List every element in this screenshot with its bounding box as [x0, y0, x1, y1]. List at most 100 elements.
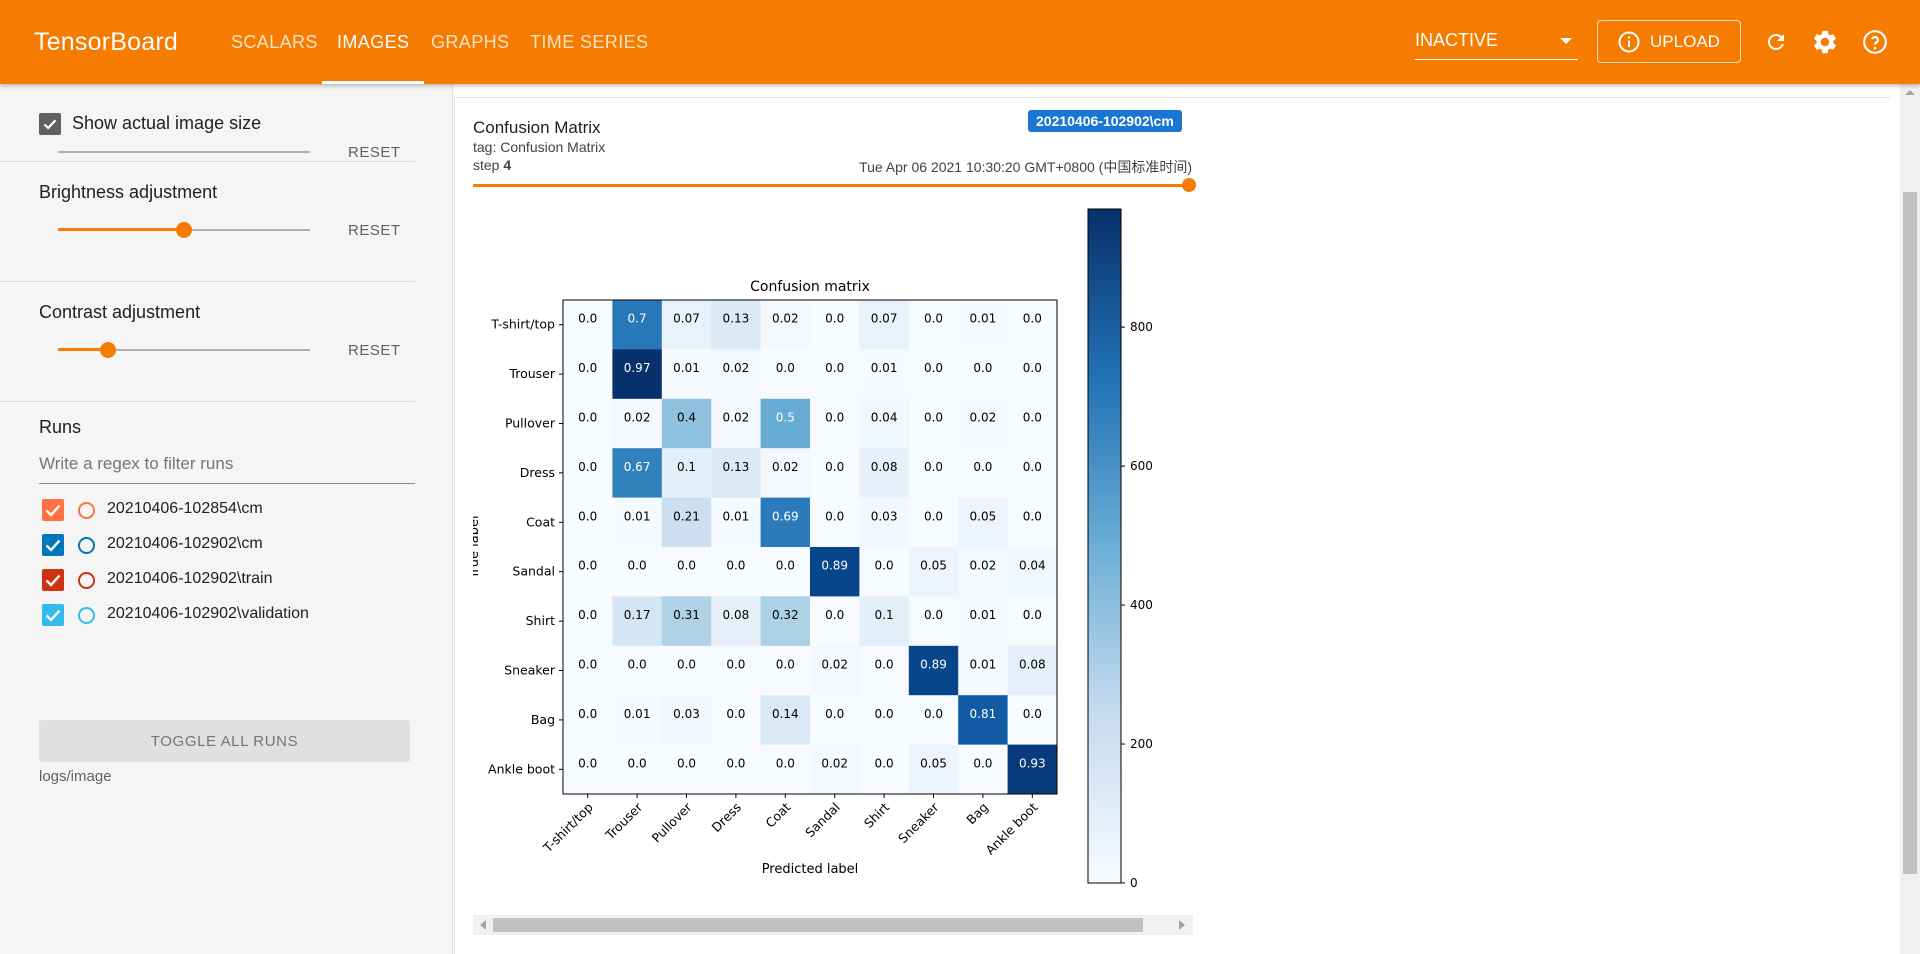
run-color-swatch[interactable] [78, 572, 95, 589]
cell-value-label: 0.0 [825, 608, 844, 622]
cell-value-label: 0.0 [924, 411, 943, 425]
cell-value-label: 0.0 [776, 658, 795, 672]
x-tick-label: Bag [963, 800, 991, 828]
cell-value-label: 0.4 [677, 411, 696, 425]
cell-value-label: 0.08 [1019, 658, 1046, 672]
cell-value-label: 0.02 [821, 658, 848, 672]
cell-value-label: 0.0 [677, 658, 696, 672]
cell-value-label: 0.93 [1019, 756, 1046, 770]
cell-value-label: 0.0 [628, 756, 647, 770]
cell-value-label: 0.0 [973, 756, 992, 770]
cell-value-label: 0.0 [776, 361, 795, 375]
brightness-slider-track[interactable] [58, 151, 310, 153]
cell-value-label: 0.0 [825, 312, 844, 326]
card-group-header [454, 84, 1890, 98]
cell-value-label: 0.01 [970, 312, 997, 326]
vertical-scroll-thumb[interactable] [1903, 192, 1917, 874]
checkmark-icon [45, 539, 61, 552]
cell-value-label: 0.0 [578, 559, 597, 573]
scroll-left-icon[interactable] [480, 920, 486, 930]
info-icon [1618, 31, 1640, 52]
tab-images[interactable]: IMAGES [322, 0, 425, 84]
cell-value-label: 0.0 [726, 756, 745, 770]
run-checkbox[interactable] [42, 569, 64, 591]
refresh-button[interactable] [1760, 26, 1792, 58]
y-tick-label: Sandal [512, 564, 555, 579]
x-tick-label: Shirt [861, 799, 892, 830]
settings-button[interactable] [1809, 26, 1841, 58]
cell-value-label: 0.0 [578, 658, 597, 672]
contrast-reset-button[interactable]: RESET [348, 342, 401, 359]
cell-value-label: 0.0 [726, 559, 745, 573]
cell-value-label: 0.0 [924, 608, 943, 622]
cell-value-label: 0.0 [973, 460, 992, 474]
show-actual-size-label[interactable]: Show actual image size [72, 113, 261, 134]
checkmark-icon [45, 574, 61, 587]
run-checkbox[interactable] [42, 604, 64, 626]
horizontal-scroll-thumb[interactable] [493, 918, 1143, 932]
cell-value-label: 0.01 [624, 509, 651, 523]
cell-value-label: 0.0 [924, 509, 943, 523]
cell-value-label: 0.03 [673, 707, 700, 721]
brightness-slider-fill [58, 228, 184, 231]
cell-value-label: 0.0 [578, 707, 597, 721]
scroll-right-icon[interactable] [1179, 920, 1185, 930]
cell-value-label: 0.05 [920, 756, 947, 770]
x-axis-label: Predicted label [762, 862, 859, 877]
cell-value-label: 0.0 [1023, 312, 1042, 326]
cell-value-label: 0.0 [578, 411, 597, 425]
run-checkbox[interactable] [42, 534, 64, 556]
runs-filter-input[interactable]: Write a regex to filter runs [39, 454, 415, 484]
tab-scalars[interactable]: SCALARS [216, 0, 333, 84]
scroll-up-icon[interactable] [1905, 90, 1915, 95]
cell-value-label: 0.0 [924, 361, 943, 375]
cell-value-label: 0.07 [871, 312, 898, 326]
cell-value-label: 0.0 [825, 707, 844, 721]
cell-value-label: 0.0 [1023, 361, 1042, 375]
cell-value-label: 0.02 [723, 411, 750, 425]
brightness-reset-button[interactable]: RESET [348, 144, 401, 161]
vertical-scrollbar[interactable] [1900, 84, 1920, 954]
cell-value-label: 0.14 [772, 707, 799, 721]
show-actual-size-checkbox[interactable] [39, 113, 61, 135]
colorbar-tick-label: 200 [1130, 737, 1153, 751]
step-slider-thumb[interactable] [1182, 178, 1196, 192]
chart-title: Confusion matrix [750, 279, 870, 295]
checkmark-icon [45, 504, 61, 517]
brightness-slider-thumb[interactable] [176, 222, 192, 238]
cell-value-label: 0.0 [776, 756, 795, 770]
run-checkbox[interactable] [42, 499, 64, 521]
cell-value-label: 0.0 [578, 608, 597, 622]
cell-value-label: 0.13 [723, 460, 750, 474]
cell-value-label: 0.0 [578, 509, 597, 523]
app-title[interactable]: TensorBoard [34, 28, 178, 57]
cell-value-label: 0.0 [776, 559, 795, 573]
cell-value-label: 0.97 [624, 361, 651, 375]
tab-time-series[interactable]: TIME SERIES [515, 0, 663, 84]
x-tick-label: Coat [762, 799, 793, 830]
brightness-reset-button[interactable]: RESET [348, 222, 401, 239]
horizontal-scrollbar[interactable] [473, 915, 1193, 935]
tab-graphs[interactable]: GRAPHS [416, 0, 524, 84]
cell-value-label: 0.5 [776, 411, 795, 425]
x-tick-label: Ankle boot [982, 799, 1040, 857]
x-tick-label: Pullover [649, 799, 696, 846]
x-tick-label: Dress [709, 800, 745, 836]
run-color-swatch[interactable] [78, 502, 95, 519]
run-color-swatch[interactable] [78, 607, 95, 624]
colorbar-tick-label: 0 [1130, 876, 1138, 890]
inactive-select-value: INACTIVE [1415, 30, 1499, 50]
upload-button[interactable]: UPLOAD [1597, 20, 1741, 63]
step-slider-track[interactable] [473, 184, 1189, 187]
step-value: 4 [503, 157, 512, 173]
cell-value-label: 0.67 [624, 460, 651, 474]
y-tick-label: Dress [520, 465, 555, 480]
toggle-all-runs-button[interactable]: TOGGLE ALL RUNS [39, 720, 410, 762]
cell-value-label: 0.0 [578, 312, 597, 326]
help-button[interactable] [1859, 26, 1891, 58]
inactive-plugin-select[interactable]: INACTIVE [1415, 30, 1578, 60]
run-color-swatch[interactable] [78, 537, 95, 554]
cell-value-label: 0.02 [970, 559, 997, 573]
cell-value-label: 0.02 [772, 312, 799, 326]
cell-value-label: 0.0 [578, 460, 597, 474]
